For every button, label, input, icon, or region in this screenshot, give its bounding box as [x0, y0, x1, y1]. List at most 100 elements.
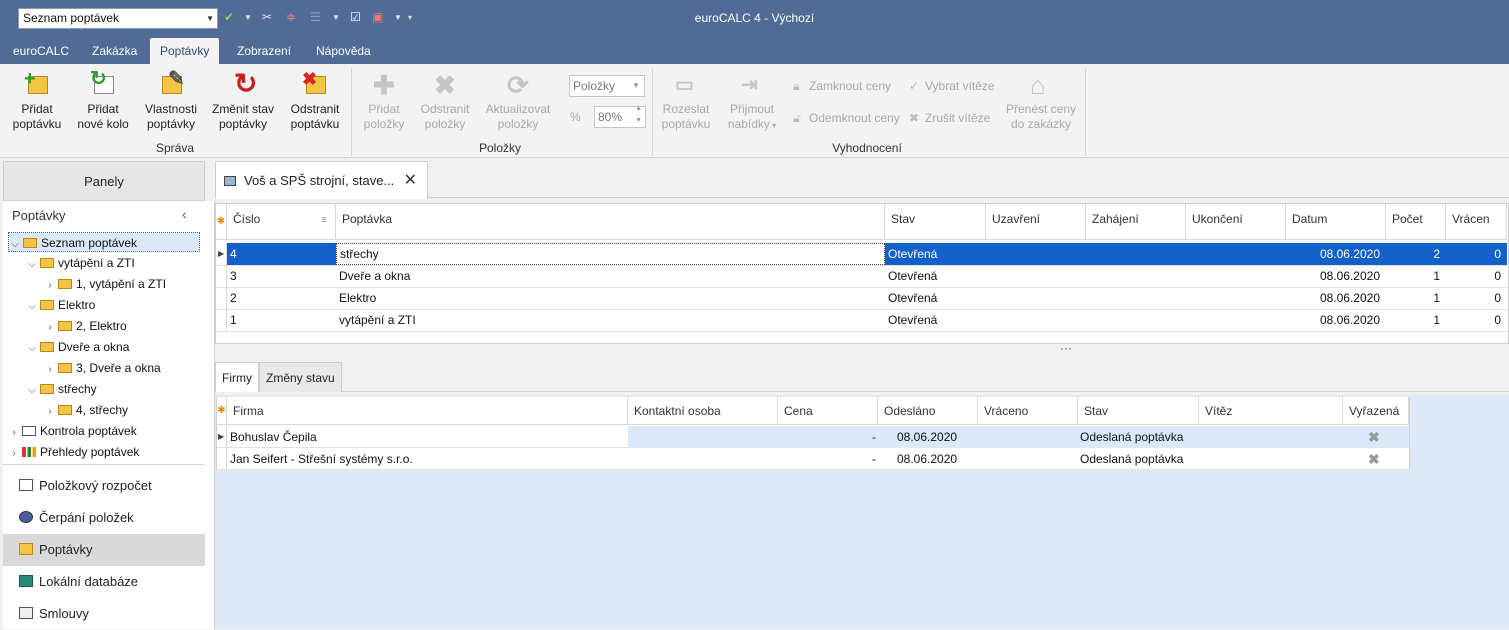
cell-vracen[interactable]: 0: [1446, 309, 1507, 331]
delete-inquiry-button[interactable]: ✖ Odstranit poptávku: [285, 70, 345, 132]
cell-odeslano[interactable]: 08.06.2020: [897, 426, 978, 448]
chevron-right-icon[interactable]: ›: [44, 318, 56, 338]
cell-pocet[interactable]: 1: [1386, 287, 1446, 309]
panels-header[interactable]: Panely: [3, 161, 205, 201]
document-tab[interactable]: Voš a SPŠ strojní, stave... ✕: [215, 161, 428, 199]
chevron-down-icon[interactable]: ⌵: [26, 339, 38, 359]
update-items-button[interactable]: ⟳ Aktualizovat položky: [482, 70, 554, 132]
cell-datum[interactable]: 08.06.2020: [1286, 287, 1386, 309]
cell-firma[interactable]: Jan Seifert - Střešní systémy s.r.o.: [230, 448, 628, 470]
lock-prices-button[interactable]: 🔒︎ Zamknout ceny: [793, 79, 891, 94]
change-state-button[interactable]: ↻ Změnit stav poptávky: [208, 70, 278, 132]
cell-datum[interactable]: 08.06.2020: [1286, 309, 1386, 331]
cell-cislo[interactable]: 1: [227, 309, 336, 331]
tab-firmy[interactable]: Firmy: [215, 362, 259, 392]
percent-spinner[interactable]: 80% ▲ ▼: [594, 105, 646, 128]
tab-napoveda[interactable]: Nápověda: [306, 38, 381, 64]
cell-stav[interactable]: Otevřená: [885, 309, 986, 331]
col-kontaktni-osoba-header[interactable]: Kontaktní osoba: [628, 397, 778, 425]
col-stav-header[interactable]: Stav: [1078, 397, 1199, 425]
chevron-right-icon[interactable]: ›: [8, 423, 20, 443]
items-combo[interactable]: Položky ▼: [569, 75, 645, 97]
nav-item-smlouvy[interactable]: Smlouvy: [3, 598, 205, 630]
col-odeslano-header[interactable]: Odesláno: [878, 397, 978, 425]
cell-cena[interactable]: -: [778, 426, 878, 448]
tree-item-kontrola[interactable]: › Kontrola poptávek: [8, 421, 136, 443]
col-vracen-header[interactable]: Vrácen: [1446, 204, 1507, 240]
new-row-icon[interactable]: ✱: [217, 397, 227, 425]
col-pocet-header[interactable]: Počet: [1386, 204, 1446, 240]
col-cena-header[interactable]: Cena: [778, 397, 878, 425]
cell-vracen[interactable]: 0: [1446, 265, 1507, 287]
cell-stav[interactable]: Odeslaná poptávka: [1080, 448, 1199, 470]
chevron-down-icon[interactable]: ⌵: [26, 255, 38, 275]
cell-stav[interactable]: Otevřená: [885, 287, 986, 309]
excluded-icon[interactable]: ✖: [1368, 448, 1380, 470]
chevron-right-icon[interactable]: ›: [44, 402, 56, 422]
tree-item-prehledy[interactable]: › Přehledy poptávek: [8, 442, 139, 462]
cell-poptavka[interactable]: střechy: [336, 243, 885, 265]
tree-item-seznam[interactable]: ⌵ Seznam poptávek: [8, 232, 200, 252]
cell-pocet[interactable]: 1: [1386, 309, 1446, 331]
nav-item-lokalni-databaze[interactable]: Lokální databáze: [3, 566, 205, 598]
col-ukonceni-header[interactable]: Ukončení: [1186, 204, 1286, 240]
chevron-down-icon[interactable]: ⌵: [26, 297, 38, 317]
splitter-handle[interactable]: ···: [1060, 341, 1072, 355]
cell-firma[interactable]: Bohuslav Čepila: [230, 426, 628, 448]
col-poptavka-header[interactable]: Poptávka: [336, 204, 885, 240]
col-vitez-header[interactable]: Vítěz: [1199, 397, 1343, 425]
delete-items-button[interactable]: ✖ Odstranit položky: [416, 70, 474, 132]
chevron-down-icon[interactable]: ⌵: [26, 381, 38, 401]
cell-vracen[interactable]: 0: [1446, 287, 1507, 309]
cell-datum[interactable]: 08.06.2020: [1286, 243, 1386, 265]
cell-cena[interactable]: -: [778, 448, 878, 470]
cell-pocet[interactable]: 2: [1386, 243, 1446, 265]
add-round-button[interactable]: ↻ Přidat nové kolo: [74, 69, 132, 132]
add-inquiry-button[interactable]: + Přidat poptávku: [8, 69, 66, 132]
tree-item-elektro-round[interactable]: › 2, Elektro: [44, 316, 126, 338]
cell-cislo[interactable]: 2: [227, 287, 336, 309]
tree-item-strechy[interactable]: ⌵ střechy: [26, 379, 96, 401]
cell-poptavka[interactable]: Elektro: [336, 287, 885, 309]
tab-zmeny-stavu[interactable]: Změny stavu: [259, 362, 342, 392]
collapse-icon[interactable]: ‹: [182, 206, 187, 222]
cell-stav[interactable]: Otevřená: [885, 265, 986, 287]
sort-icon[interactable]: ≡: [321, 206, 327, 236]
tree-item-vytapeni-round[interactable]: › 1, vytápění a ZTI: [44, 274, 166, 294]
accept-offers-button[interactable]: ⇥ Přijmout nabídky ▾: [722, 70, 782, 133]
col-uzavreni-header[interactable]: Uzavření: [986, 204, 1086, 240]
col-stav-header[interactable]: Stav: [885, 204, 986, 240]
nav-item-polozkovy-rozpocet[interactable]: Položkový rozpočet: [3, 470, 205, 502]
tree-item-dvere[interactable]: ⌵ Dveře a okna: [26, 337, 129, 357]
tab-eurocalc[interactable]: euroCALC: [3, 38, 79, 64]
tab-zobrazeni[interactable]: Zobrazení: [227, 38, 301, 64]
transfer-prices-button[interactable]: ⌂ Přenést ceny do zakázky: [1004, 70, 1078, 132]
cell-poptavka[interactable]: vytápění a ZTI: [336, 309, 885, 331]
col-vyrazena-header[interactable]: Vyřazená: [1343, 397, 1409, 425]
unlock-prices-button[interactable]: 🔓︎ Odemknout ceny: [793, 111, 900, 126]
col-vraceno-header[interactable]: Vráceno: [978, 397, 1078, 425]
col-cislo-header[interactable]: Číslo ≡: [227, 204, 336, 240]
cell-stav[interactable]: Odeslaná poptávka: [1080, 426, 1199, 448]
cell-poptavka[interactable]: Dveře a okna: [336, 265, 885, 287]
chevron-right-icon[interactable]: ›: [44, 276, 56, 296]
tree-item-dvere-round[interactable]: › 3, Dveře a okna: [44, 358, 160, 380]
nav-item-poptavky[interactable]: Poptávky: [3, 534, 205, 566]
tree-item-elektro[interactable]: ⌵ Elektro: [26, 295, 95, 315]
tab-zakazka[interactable]: Zakázka: [82, 38, 147, 64]
cell-odeslano[interactable]: 08.06.2020: [897, 448, 978, 470]
chevron-right-icon[interactable]: ›: [44, 360, 56, 380]
cell-pocet[interactable]: 1: [1386, 265, 1446, 287]
add-items-button[interactable]: ✚ Přidat položky: [356, 70, 412, 132]
cell-cislo[interactable]: 3: [227, 265, 336, 287]
cancel-winner-button[interactable]: ✖ Zrušit vítěze: [909, 111, 990, 125]
col-datum-header[interactable]: Datum: [1286, 204, 1386, 240]
tree-item-vytapeni[interactable]: ⌵ vytápění a ZTI: [26, 253, 135, 273]
tree-item-strechy-round[interactable]: › 4, střechy: [44, 400, 128, 420]
cell-datum[interactable]: 08.06.2020: [1286, 265, 1386, 287]
col-firma-header[interactable]: Firma: [227, 397, 628, 425]
chevron-right-icon[interactable]: ›: [8, 444, 20, 464]
tab-poptavky[interactable]: Poptávky: [150, 38, 220, 64]
cell-cislo[interactable]: 4: [227, 243, 336, 265]
inquiry-properties-button[interactable]: ✎ Vlastnosti poptávky: [140, 69, 202, 132]
